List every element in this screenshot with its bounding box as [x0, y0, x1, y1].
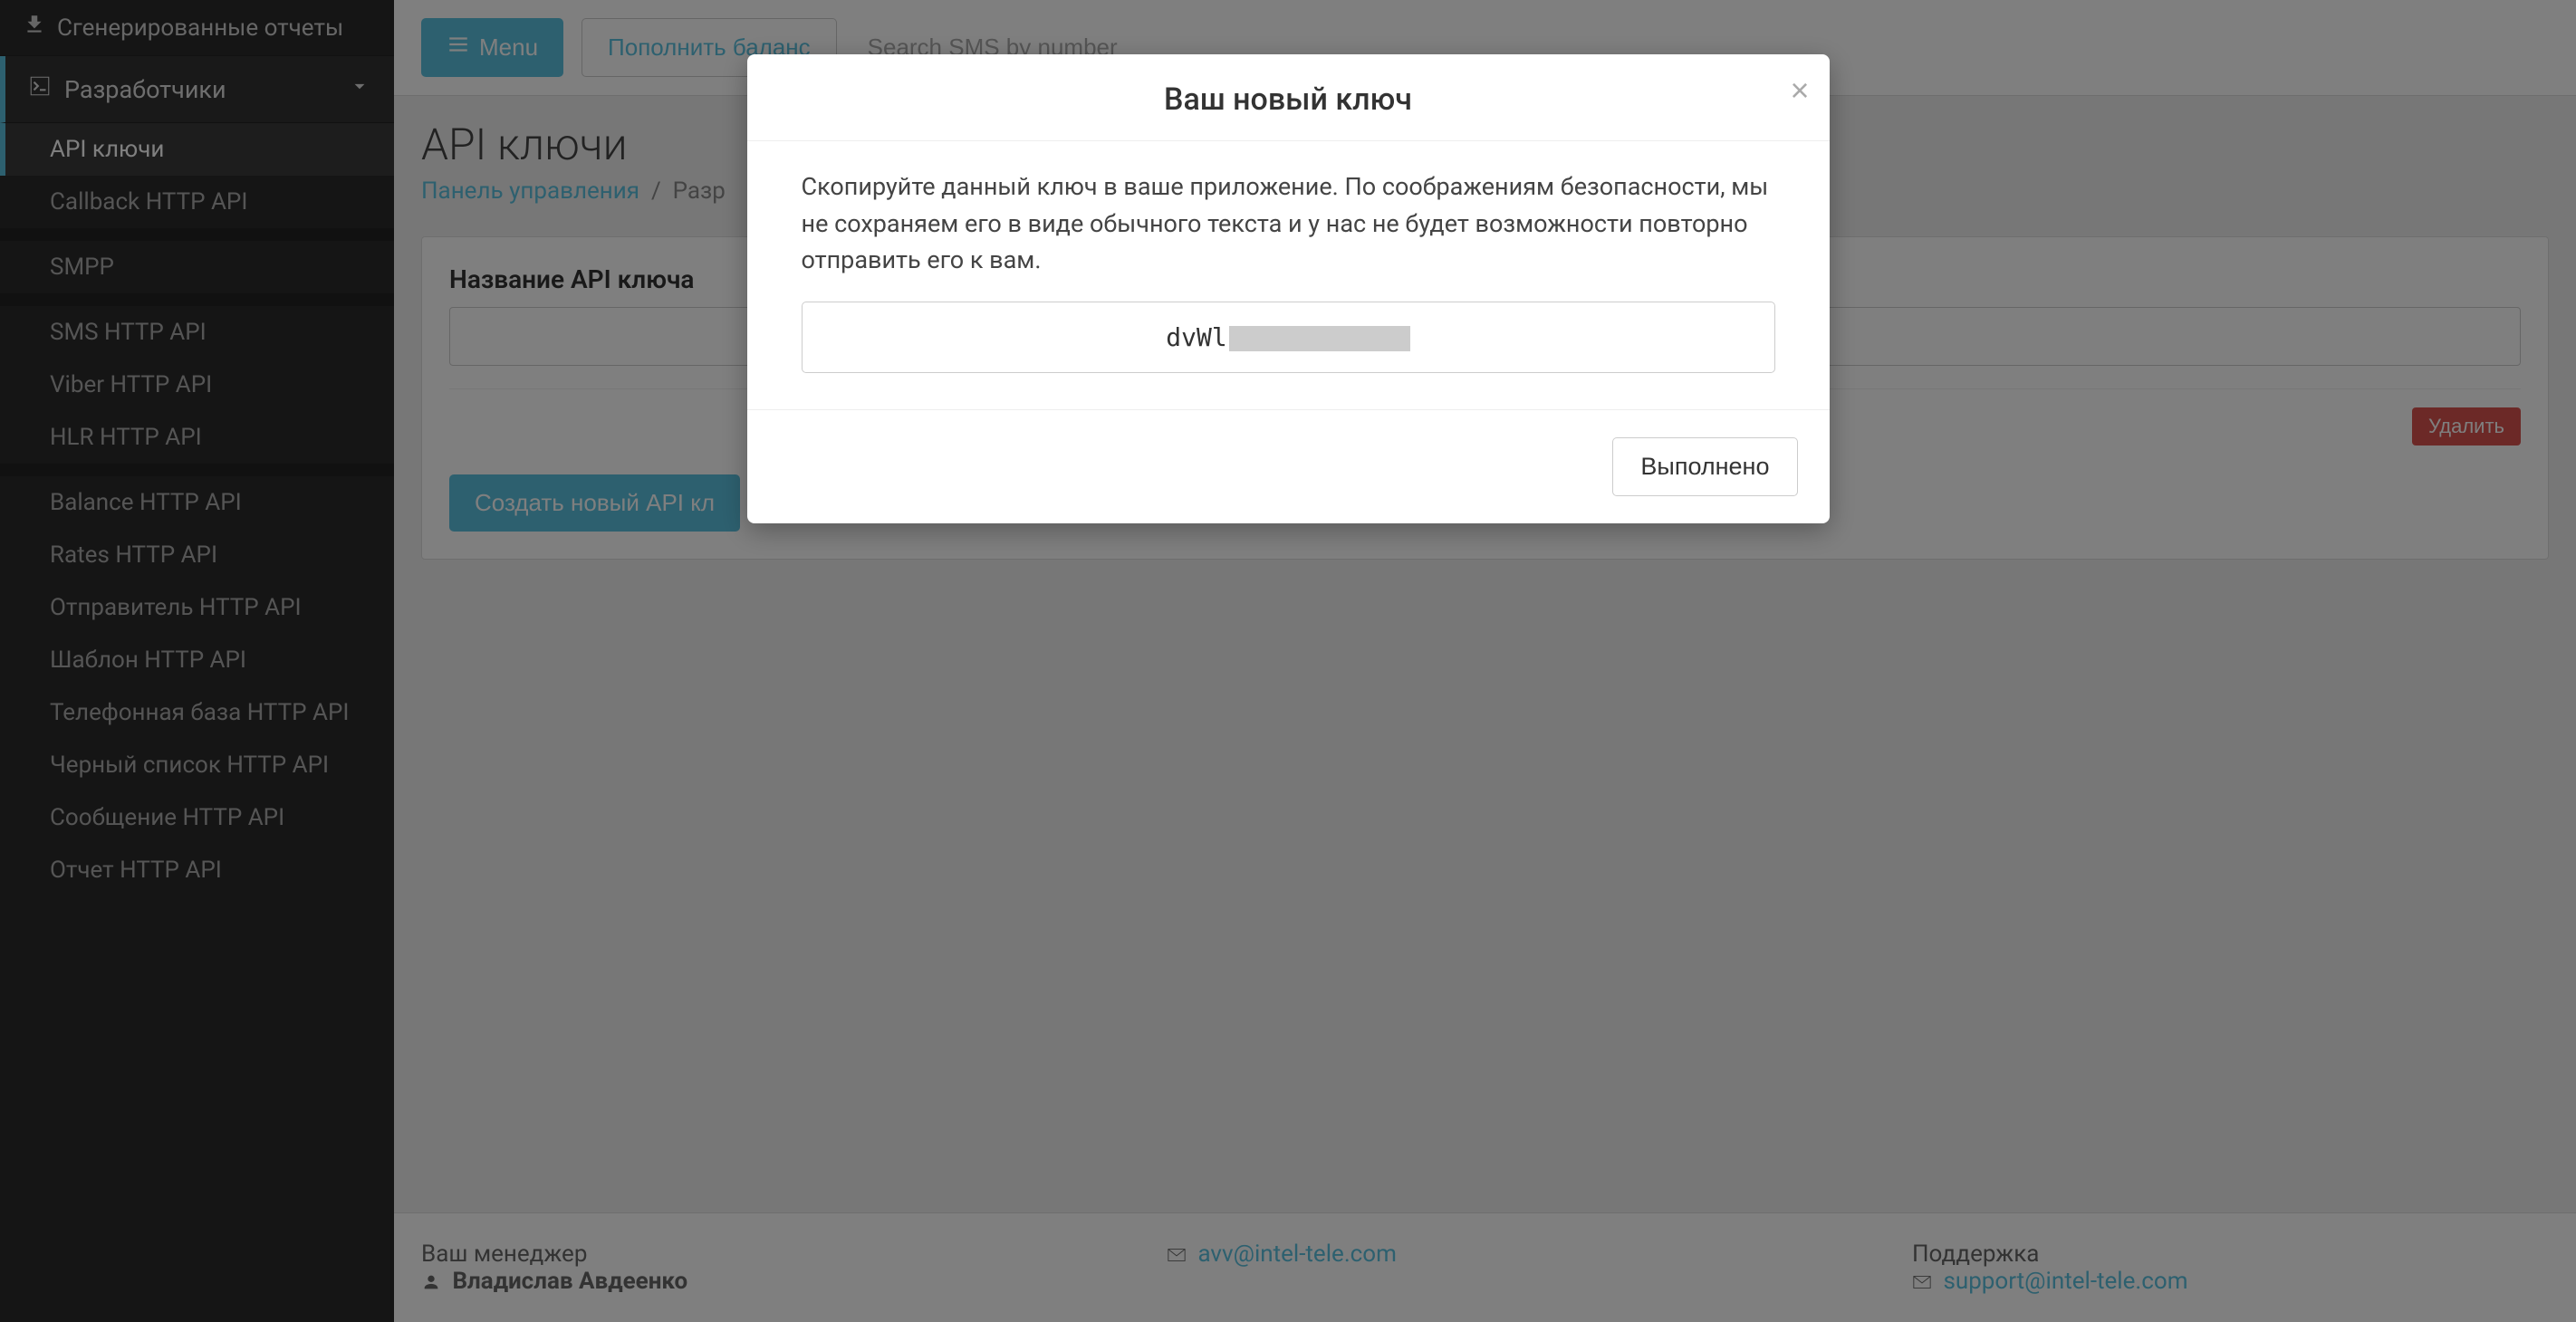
- api-key-redacted: [1229, 326, 1410, 351]
- api-key-prefix: dvWl: [1166, 322, 1226, 352]
- api-key-display[interactable]: dvWl: [802, 302, 1775, 373]
- modal-description: Скопируйте данный ключ в ваше приложение…: [802, 168, 1775, 279]
- modal-header: Ваш новый ключ ×: [747, 54, 1830, 141]
- modal-body: Скопируйте данный ключ в ваше приложение…: [747, 141, 1830, 409]
- modal-overlay[interactable]: Ваш новый ключ × Скопируйте данный ключ …: [0, 0, 2576, 1322]
- close-icon: ×: [1790, 72, 1809, 109]
- done-button[interactable]: Выполнено: [1612, 437, 1797, 496]
- modal-title: Ваш новый ключ: [779, 81, 1798, 118]
- close-button[interactable]: ×: [1790, 74, 1809, 107]
- modal-new-api-key: Ваш новый ключ × Скопируйте данный ключ …: [747, 54, 1830, 523]
- button-label: Выполнено: [1640, 453, 1769, 480]
- modal-footer: Выполнено: [747, 409, 1830, 523]
